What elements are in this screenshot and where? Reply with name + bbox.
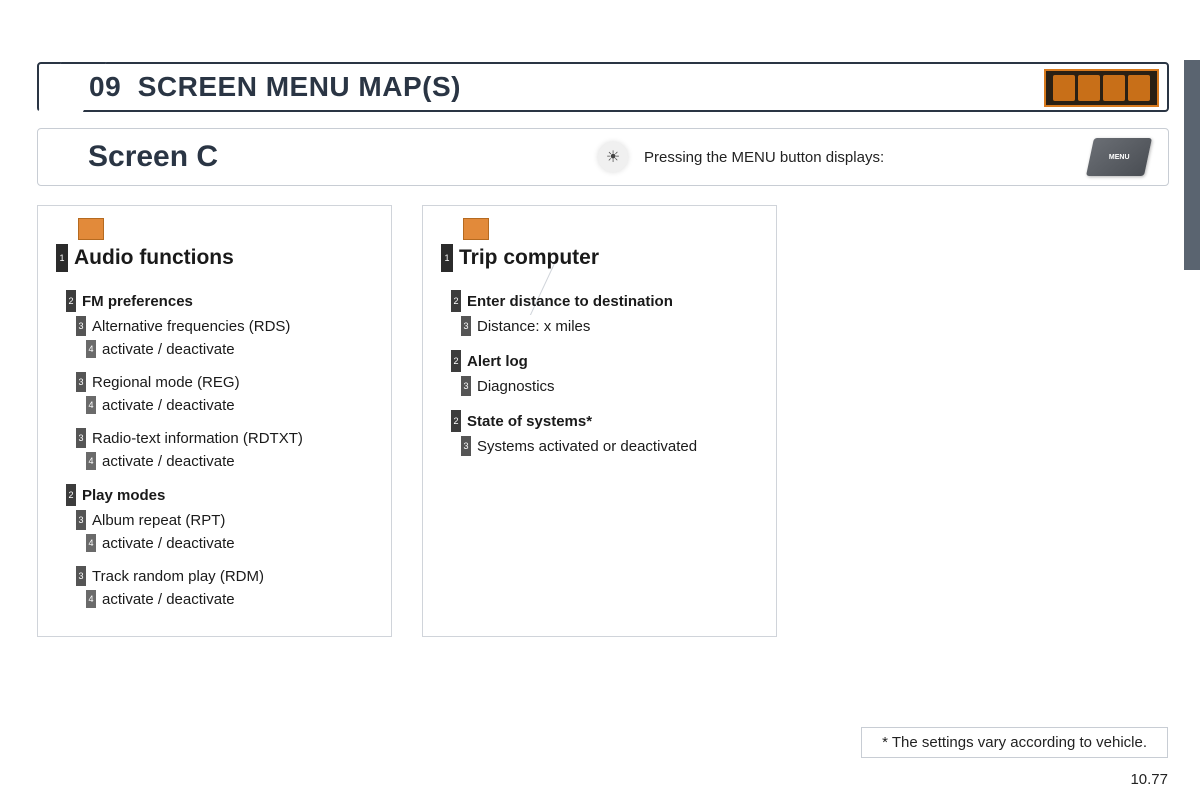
menu-item-label: Systems activated or deactivated xyxy=(477,438,697,455)
menu-item-row: 3 Regional mode (REG) xyxy=(56,372,373,392)
menu-item-label: Play modes xyxy=(82,487,165,504)
level-marker: 3 xyxy=(461,436,471,456)
menu-item-row: 2 Alert log xyxy=(441,350,758,372)
menu-button-icon: MENU xyxy=(1086,138,1152,176)
level-marker: 4 xyxy=(86,452,96,470)
hint-text: Pressing the MENU button displays: xyxy=(644,149,884,166)
hint-bulb-icon: ☀ xyxy=(598,142,628,172)
menu-item-row: 2 State of systems* xyxy=(441,410,758,432)
menu-heading-row: 1Trip computer xyxy=(441,244,758,272)
level-marker: 2 xyxy=(451,350,461,372)
audio-icon xyxy=(78,218,104,240)
level-marker: 4 xyxy=(86,396,96,414)
menu-item-label: FM preferences xyxy=(82,293,193,310)
level-marker: 3 xyxy=(76,428,86,448)
section-title-text: SCREEN MENU MAP(S) xyxy=(138,71,461,102)
footnote: * The settings vary according to vehicle… xyxy=(861,727,1168,758)
menu-heading: Audio functions xyxy=(74,246,234,270)
menu-item-label: State of systems* xyxy=(467,413,592,430)
menu-item-label: activate / deactivate xyxy=(102,397,235,414)
menu-item-row: 4 activate / deactivate xyxy=(56,590,373,608)
level-marker: 2 xyxy=(451,290,461,312)
level-marker: 2 xyxy=(66,484,76,506)
subtitle-bar: Screen C ☀ Pressing the MENU button disp… xyxy=(37,128,1169,186)
menu-heading: Trip computer xyxy=(459,246,599,270)
menu-item-label: Alert log xyxy=(467,353,528,370)
menu-item-label: activate / deactivate xyxy=(102,591,235,608)
menu-item-row: 3 Distance: x miles xyxy=(441,316,758,336)
section-number: 09 xyxy=(89,71,121,102)
menu-item-row: 3 Systems activated or deactivated xyxy=(441,436,758,456)
menu-item-row: 4 activate / deactivate xyxy=(56,452,373,470)
page-edge-tab xyxy=(1184,60,1200,270)
screen-label: Screen C xyxy=(88,140,218,174)
menu-column: 1Trip computer 2 Enter distance to destina… xyxy=(422,205,777,637)
level-marker: 3 xyxy=(461,316,471,336)
menu-item-label: Alternative frequencies (RDS) xyxy=(92,318,290,335)
menu-item-row: 4 activate / deactivate xyxy=(56,534,373,552)
menu-item-label: Diagnostics xyxy=(477,378,555,395)
menu-item-label: activate / deactivate xyxy=(102,535,235,552)
menu-item-row: 2 Play modes xyxy=(56,484,373,506)
level-marker: 1 xyxy=(56,244,68,272)
menu-item-label: Enter distance to destination xyxy=(467,293,673,310)
menu-item-row: 3 Diagnostics xyxy=(441,376,758,396)
menu-item-row: 3 Radio-text information (RDTXT) xyxy=(56,428,373,448)
level-marker: 3 xyxy=(461,376,471,396)
level-marker: 3 xyxy=(76,372,86,392)
fuel-pump-icon xyxy=(463,218,489,240)
level-marker: 1 xyxy=(441,244,453,272)
level-marker: 4 xyxy=(86,590,96,608)
menu-item-label: Track random play (RDM) xyxy=(92,568,264,585)
menu-columns: 1Audio functions2FM preferences3Alternat… xyxy=(37,205,777,637)
menu-item-row: 2 FM preferences xyxy=(56,290,373,312)
dashboard-badge-icon xyxy=(1044,69,1159,107)
menu-item-label: activate / deactivate xyxy=(102,453,235,470)
menu-item-label: Album repeat (RPT) xyxy=(92,512,225,529)
menu-column: 1Audio functions 2 FM preferences 3 Alternat… xyxy=(37,205,392,637)
menu-item-row: 4 activate / deactivate xyxy=(56,396,373,414)
level-marker: 3 xyxy=(76,316,86,336)
menu-key-label: MENU xyxy=(1109,154,1130,161)
menu-item-row: 2 Enter distance to destination xyxy=(441,290,758,312)
section-title-bar: 09 SCREEN MENU MAP(S) xyxy=(37,62,1169,112)
menu-item-row: 3 Album repeat (RPT) xyxy=(56,510,373,530)
level-marker: 2 xyxy=(66,290,76,312)
level-marker: 3 xyxy=(76,510,86,530)
section-title: 09 SCREEN MENU MAP(S) xyxy=(89,71,461,103)
level-marker: 2 xyxy=(451,410,461,432)
menu-item-row: 3 Alternative frequencies (RDS) xyxy=(56,316,373,336)
menu-item-label: Distance: x miles xyxy=(477,318,590,335)
menu-heading-row: 1Audio functions xyxy=(56,244,373,272)
menu-item-label: activate / deactivate xyxy=(102,341,235,358)
level-marker: 3 xyxy=(76,566,86,586)
menu-item-row: 4 activate / deactivate xyxy=(56,340,373,358)
page-number: 10.77 xyxy=(1130,771,1168,788)
level-marker: 4 xyxy=(86,534,96,552)
level-marker: 4 xyxy=(86,340,96,358)
menu-item-label: Regional mode (REG) xyxy=(92,374,240,391)
menu-item-row: 3 Track random play (RDM) xyxy=(56,566,373,586)
menu-item-label: Radio-text information (RDTXT) xyxy=(92,430,303,447)
